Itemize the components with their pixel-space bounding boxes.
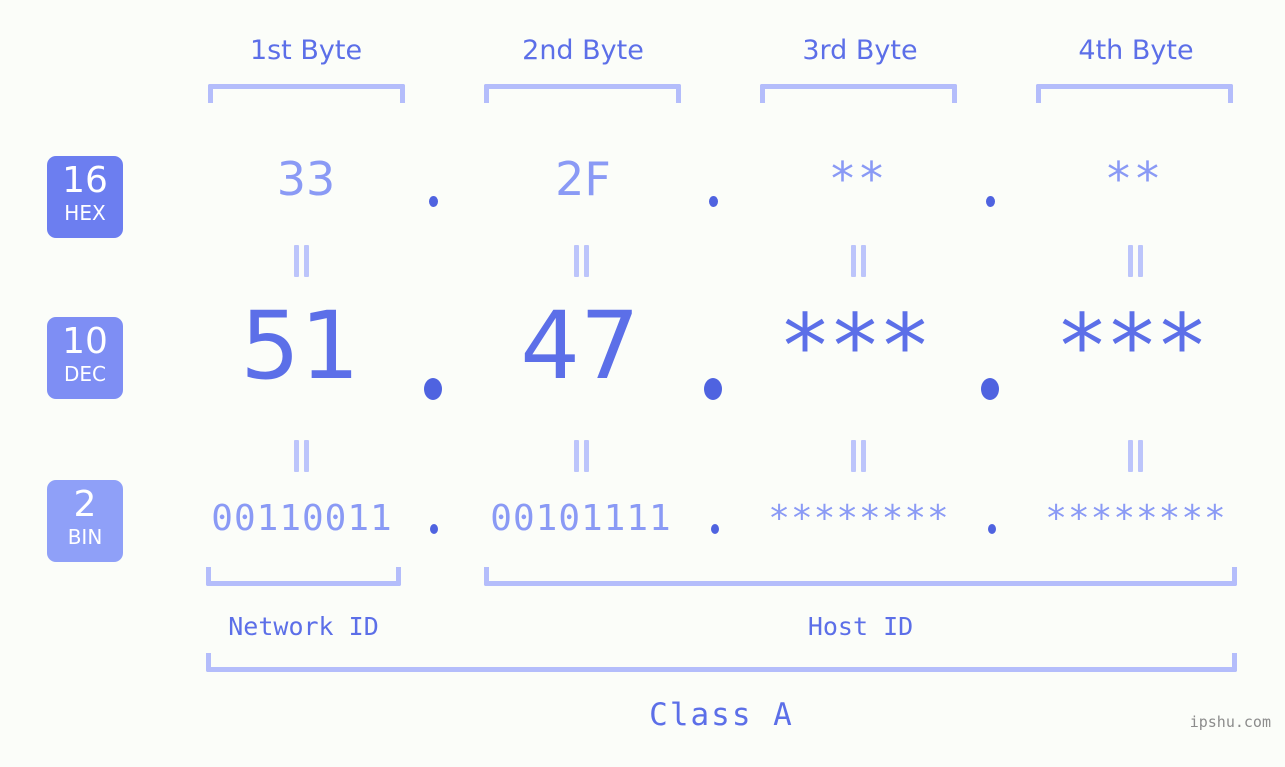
equals-bar bbox=[861, 245, 866, 277]
column-header-byte-4: 4th Byte bbox=[1078, 35, 1194, 66]
column-header-byte-2: 2nd Byte bbox=[522, 35, 644, 66]
base-badge-bin: 2 BIN bbox=[47, 480, 123, 562]
base-badge-hex: 16 HEX bbox=[47, 156, 123, 238]
equals-bar bbox=[1128, 245, 1133, 277]
bracket-bottom-host-id bbox=[484, 567, 1237, 586]
base-badge-hex-number: 16 bbox=[62, 160, 108, 201]
equals-bar bbox=[861, 440, 866, 472]
column-header-byte-3: 3rd Byte bbox=[802, 35, 918, 66]
hex-separator-dot-1 bbox=[429, 196, 438, 207]
base-badge-bin-name: BIN bbox=[67, 525, 103, 549]
dec-value-byte-4: *** bbox=[1060, 295, 1210, 398]
bracket-bottom-class bbox=[206, 653, 1237, 672]
network-id-label: Network ID bbox=[228, 612, 379, 641]
watermark-text: ipshu.com bbox=[1189, 713, 1271, 731]
equals-bar bbox=[1138, 245, 1143, 277]
dec-value-byte-2: 47 bbox=[520, 292, 640, 401]
bracket-top-byte-3 bbox=[760, 84, 957, 103]
equals-mark-hex-dec-byte-2 bbox=[571, 245, 593, 277]
equals-mark-hex-dec-byte-3 bbox=[848, 245, 870, 277]
equals-mark-dec-bin-byte-2 bbox=[571, 440, 593, 472]
hex-separator-dot-3 bbox=[986, 196, 995, 207]
equals-bar bbox=[1138, 440, 1143, 472]
bin-separator-dot-3 bbox=[988, 524, 996, 534]
bin-separator-dot-1 bbox=[430, 524, 438, 534]
ip-byte-breakdown-diagram: 1st Byte 2nd Byte 3rd Byte 4th Byte 16 H… bbox=[0, 0, 1285, 767]
hex-value-byte-1: 33 bbox=[276, 152, 336, 206]
base-badge-bin-number: 2 bbox=[73, 484, 97, 525]
equals-mark-hex-dec-byte-1 bbox=[291, 245, 313, 277]
equals-bar bbox=[294, 245, 299, 277]
equals-bar bbox=[574, 245, 579, 277]
equals-bar bbox=[304, 245, 309, 277]
equals-mark-dec-bin-byte-1 bbox=[291, 440, 313, 472]
bin-separator-dot-2 bbox=[711, 524, 719, 534]
equals-bar bbox=[851, 245, 856, 277]
equals-bar bbox=[294, 440, 299, 472]
equals-mark-dec-bin-byte-3 bbox=[848, 440, 870, 472]
hex-value-byte-4: ** bbox=[1107, 152, 1165, 206]
dec-separator-dot-2 bbox=[704, 378, 722, 400]
bin-value-byte-4: ******** bbox=[1045, 498, 1227, 539]
dec-value-byte-3: *** bbox=[783, 295, 933, 398]
bracket-top-byte-2 bbox=[484, 84, 681, 103]
base-badge-hex-name: HEX bbox=[64, 201, 106, 225]
equals-bar bbox=[584, 440, 589, 472]
equals-mark-hex-dec-byte-4 bbox=[1125, 245, 1147, 277]
bin-value-byte-1: 00110011 bbox=[211, 498, 393, 539]
base-badge-dec-number: 10 bbox=[62, 321, 108, 362]
bracket-bottom-network-id bbox=[206, 567, 401, 586]
bin-value-byte-2: 00101111 bbox=[490, 498, 672, 539]
equals-bar bbox=[574, 440, 579, 472]
hex-value-byte-2: 2F bbox=[555, 152, 611, 206]
dec-separator-dot-1 bbox=[424, 378, 442, 400]
class-label: Class A bbox=[649, 697, 794, 733]
equals-bar bbox=[851, 440, 856, 472]
hex-value-byte-3: ** bbox=[831, 152, 889, 206]
host-id-label: Host ID bbox=[807, 612, 914, 641]
dec-separator-dot-3 bbox=[981, 378, 999, 400]
equals-mark-dec-bin-byte-4 bbox=[1125, 440, 1147, 472]
equals-bar bbox=[304, 440, 309, 472]
dec-value-byte-1: 51 bbox=[240, 292, 360, 401]
bracket-top-byte-4 bbox=[1036, 84, 1233, 103]
bracket-top-byte-1 bbox=[208, 84, 405, 103]
base-badge-dec-name: DEC bbox=[63, 362, 106, 386]
hex-separator-dot-2 bbox=[709, 196, 718, 207]
base-badge-dec: 10 DEC bbox=[47, 317, 123, 399]
column-header-byte-1: 1st Byte bbox=[249, 35, 363, 66]
equals-bar bbox=[1128, 440, 1133, 472]
bin-value-byte-3: ******** bbox=[768, 498, 950, 539]
equals-bar bbox=[584, 245, 589, 277]
